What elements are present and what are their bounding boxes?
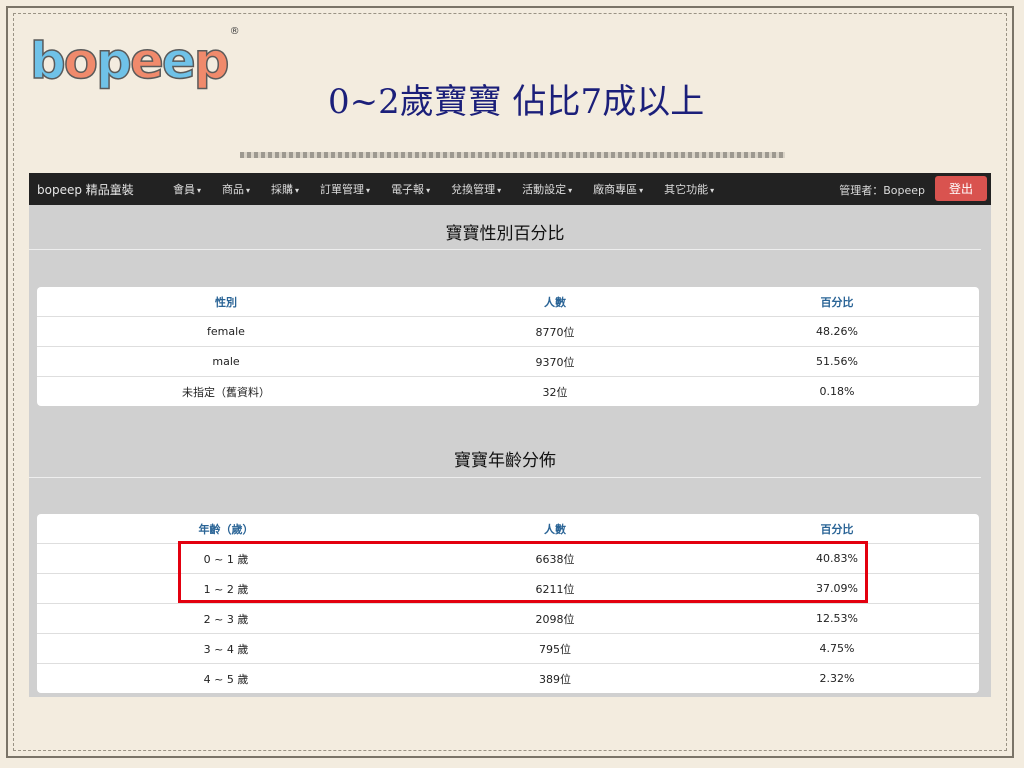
cell-percent: 51.56% bbox=[816, 355, 858, 368]
admin-screenshot: bopeep 精品童裝 會員 ▾ 商品 ▾ 採購 ▾ 訂單管理 ▾ 電子報 ▾ 兌換管理 ▾… bbox=[29, 173, 991, 697]
cell-count: 8770位 bbox=[535, 325, 575, 339]
nav-item-redemption[interactable]: 兌換管理 ▾ bbox=[451, 181, 501, 197]
caret-down-icon: ▾ bbox=[295, 186, 300, 195]
cell-percent: 48.26% bbox=[816, 325, 858, 338]
table-row: 4 ~ 5 歲 389位 2.32% bbox=[37, 663, 979, 693]
nav-item-orders[interactable]: 訂單管理 ▾ bbox=[320, 181, 370, 197]
nav-item-products[interactable]: 商品 ▾ bbox=[222, 181, 250, 197]
logo-letter: e bbox=[129, 32, 164, 90]
cell-count: 795位 bbox=[539, 642, 571, 656]
caret-down-icon: ▾ bbox=[197, 186, 202, 195]
logo-letter: b bbox=[29, 32, 66, 90]
cell-percent: 4.75% bbox=[819, 642, 855, 655]
cell-count: 9370位 bbox=[535, 355, 575, 369]
nav-item-vendors[interactable]: 廠商專區 ▾ bbox=[593, 181, 643, 197]
table-header-row: 性別 人數 百分比 bbox=[37, 287, 979, 316]
caret-down-icon: ▾ bbox=[639, 186, 644, 195]
nav-item-newsletter[interactable]: 電子報 ▾ bbox=[391, 181, 430, 197]
header-percent[interactable]: 百分比 bbox=[695, 521, 979, 537]
slide-title: 0~2歲寶寶 佔比7成以上 bbox=[328, 82, 705, 122]
header-count[interactable]: 人數 bbox=[415, 294, 695, 310]
cell-age: 3 ~ 4 歲 bbox=[203, 642, 249, 656]
cell-age: 4 ~ 5 歲 bbox=[203, 672, 249, 686]
nav-item-events[interactable]: 活動設定 ▾ bbox=[522, 181, 572, 197]
nav-item-other[interactable]: 其它功能 ▾ bbox=[664, 181, 714, 197]
cell-gender: female bbox=[207, 325, 245, 338]
table-row: male 9370位 51.56% bbox=[37, 346, 979, 376]
gender-section-title: 寶寶性別百分比 bbox=[445, 224, 565, 244]
top-navbar: bopeep 精品童裝 會員 ▾ 商品 ▾ 採購 ▾ 訂單管理 ▾ 電子報 ▾ 兌換管理 ▾… bbox=[29, 173, 991, 205]
header-percent[interactable]: 百分比 bbox=[695, 294, 979, 310]
nav-item-members[interactable]: 會員 ▾ bbox=[173, 181, 201, 197]
cell-count: 2098位 bbox=[535, 612, 575, 626]
age-section-title: 寶寶年齡分佈 bbox=[454, 451, 556, 471]
caret-down-icon: ▾ bbox=[710, 186, 715, 195]
highlight-box bbox=[178, 541, 868, 603]
cell-percent: 2.32% bbox=[819, 672, 855, 685]
logo-letter: p bbox=[95, 32, 132, 90]
section-divider bbox=[29, 249, 981, 250]
table-row: 3 ~ 4 歲 795位 4.75% bbox=[37, 633, 979, 663]
gender-table: 性別 人數 百分比 female 8770位 48.26% male 9370位… bbox=[37, 287, 979, 406]
admin-label: 管理者：Bopeep bbox=[839, 184, 925, 197]
caret-down-icon: ▾ bbox=[568, 186, 573, 195]
cell-count: 389位 bbox=[539, 672, 571, 686]
caret-down-icon: ▾ bbox=[497, 186, 502, 195]
registered-mark: ® bbox=[229, 26, 240, 37]
table-row: 未指定（舊資料） 32位 0.18% bbox=[37, 376, 979, 406]
header-count[interactable]: 人數 bbox=[415, 521, 695, 537]
caret-down-icon: ▾ bbox=[366, 186, 371, 195]
table-row: 2 ~ 3 歲 2098位 12.53% bbox=[37, 603, 979, 633]
header-gender[interactable]: 性別 bbox=[37, 294, 415, 310]
nav-menu: 會員 ▾ 商品 ▾ 採購 ▾ 訂單管理 ▾ 電子報 ▾ 兌換管理 ▾ 活動設定 ▾ 廠商專區 ▾… bbox=[173, 181, 735, 197]
header-age[interactable]: 年齡（歲） bbox=[37, 521, 415, 537]
table-row: female 8770位 48.26% bbox=[37, 316, 979, 346]
cell-count: 32位 bbox=[542, 385, 568, 399]
decorative-divider bbox=[240, 152, 785, 158]
cell-age: 2 ~ 3 歲 bbox=[203, 612, 249, 626]
cell-percent: 12.53% bbox=[816, 612, 858, 625]
bopeep-logo: b o p e e p ® bbox=[29, 26, 240, 90]
logo-letter: p bbox=[193, 32, 230, 90]
cell-percent: 0.18% bbox=[819, 385, 855, 398]
logout-button[interactable]: 登出 bbox=[935, 176, 987, 201]
section-divider bbox=[29, 477, 981, 478]
caret-down-icon: ▾ bbox=[426, 186, 431, 195]
logo-letter: o bbox=[63, 32, 99, 90]
table-header-row: 年齡（歲） 人數 百分比 bbox=[37, 514, 979, 543]
caret-down-icon: ▾ bbox=[246, 186, 251, 195]
cell-gender: male bbox=[212, 355, 240, 368]
navbar-brand[interactable]: bopeep 精品童裝 bbox=[29, 181, 157, 198]
cell-gender: 未指定（舊資料） bbox=[182, 385, 270, 399]
nav-item-purchasing[interactable]: 採購 ▾ bbox=[271, 181, 299, 197]
logo-letter: e bbox=[161, 32, 196, 90]
